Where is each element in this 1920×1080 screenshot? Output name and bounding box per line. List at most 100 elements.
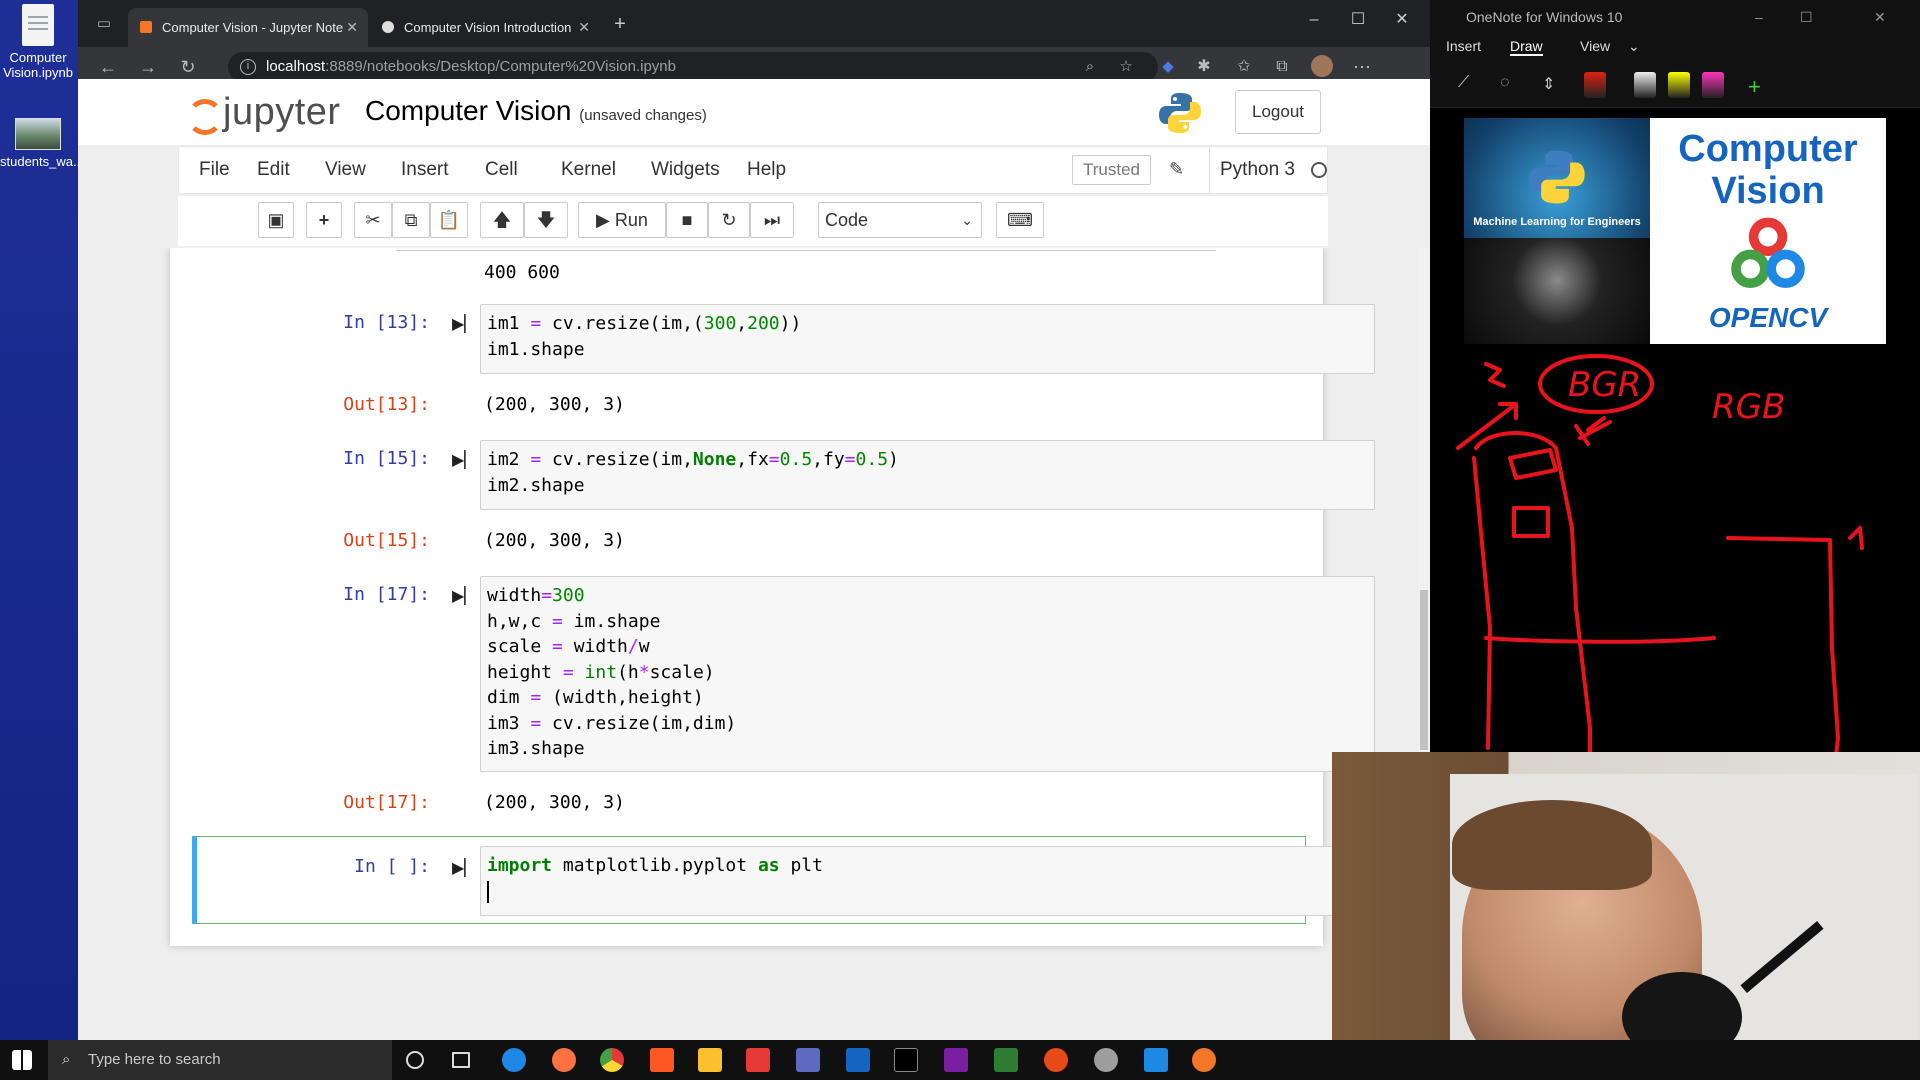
run-cell-icon[interactable]: ▶▏ — [452, 586, 477, 606]
highlighter-yellow-icon[interactable] — [1668, 72, 1690, 98]
run-button[interactable]: ▶ Run — [578, 202, 666, 238]
run-cell-icon[interactable]: ▶▏ — [452, 858, 477, 878]
cell-17-code[interactable]: width=300 h,w,c = im.shape scale = width… — [480, 576, 1375, 772]
site-info-icon[interactable]: i — [240, 59, 256, 75]
taskbar-search[interactable]: ⌕ Type here to search — [48, 1040, 392, 1080]
tab-actions-icon[interactable]: ▭ — [92, 12, 116, 36]
tab-jupyter[interactable]: Computer Vision - Jupyter Note ✕ — [128, 8, 368, 47]
cell-15-output: (200, 300, 3) — [484, 530, 625, 551]
close-tab-icon[interactable]: ✕ — [346, 8, 358, 47]
minimize-button[interactable]: – — [1292, 0, 1336, 40]
close-window-button[interactable]: ✕ — [1874, 0, 1886, 34]
menu-edit[interactable]: Edit — [257, 147, 290, 193]
cell-17-output: (200, 300, 3) — [484, 792, 625, 813]
plus-icon: + — [318, 210, 330, 230]
menu-cell[interactable]: Cell — [485, 147, 518, 193]
highlighter-pink-icon[interactable] — [1702, 72, 1724, 98]
run-cell-icon[interactable]: ▶▏ — [452, 314, 477, 334]
interrupt-button[interactable]: ■ — [666, 202, 708, 238]
task-view-icon[interactable] — [452, 1052, 470, 1068]
notebook-scroll-area[interactable]: 400 600 In [13]: ▶▏ im1 = cv.resize(im,(… — [78, 248, 1430, 1040]
cut-button[interactable]: ✂ — [354, 202, 392, 238]
command-palette-button[interactable]: ⌨ — [996, 202, 1044, 238]
chevron-down-icon[interactable]: ⌄ — [1628, 38, 1640, 55]
ribbon-tab-view[interactable]: View — [1580, 38, 1610, 54]
favorites-icon[interactable]: ✩ — [1232, 55, 1256, 79]
url-input[interactable]: i localhost:8889/notebooks/Desktop/Compu… — [228, 52, 1158, 82]
file-explorer-icon[interactable] — [698, 1048, 722, 1072]
matlab-icon[interactable] — [650, 1048, 674, 1072]
reload-icon[interactable]: ↻ — [176, 55, 200, 79]
profile-avatar[interactable] — [1310, 55, 1334, 79]
run-cell-icon[interactable]: ▶▏ — [452, 450, 477, 470]
lasso-select-icon[interactable]: ⟋ — [1458, 74, 1469, 92]
app-icon[interactable] — [1094, 1048, 1118, 1072]
chrome-icon[interactable] — [600, 1048, 624, 1072]
back-icon[interactable]: ← — [96, 55, 120, 79]
insert-cell-button[interactable]: + — [306, 202, 342, 238]
notebook-title[interactable]: Computer Vision — [365, 95, 571, 126]
new-tab-button[interactable]: + — [608, 12, 632, 36]
maximize-button[interactable]: ☐ — [1800, 0, 1813, 34]
windows-start-icon[interactable] — [12, 1050, 32, 1070]
logout-button[interactable]: Logout — [1235, 90, 1321, 134]
pen-red-icon[interactable] — [1584, 72, 1606, 98]
excel-icon[interactable] — [994, 1048, 1018, 1072]
restart-button[interactable]: ↻ — [708, 202, 750, 238]
eraser-icon[interactable]: ◌ — [1500, 74, 1510, 92]
menu-file[interactable]: File — [199, 147, 230, 193]
close-window-button[interactable]: ✕ — [1380, 0, 1424, 40]
pen-white-icon[interactable] — [1634, 72, 1656, 98]
save-status: (unsaved changes) — [579, 107, 707, 124]
collections-icon[interactable]: ⧉ — [1270, 55, 1294, 79]
add-space-icon[interactable]: ⇕ — [1542, 74, 1555, 94]
jupyter-taskbar-icon[interactable] — [1192, 1048, 1216, 1072]
favorite-star-icon[interactable]: ☆ — [1114, 55, 1138, 79]
zoom-icon[interactable]: ⌕ — [1078, 55, 1102, 79]
cortana-icon[interactable] — [406, 1051, 424, 1069]
active-cell-code[interactable]: import matplotlib.pyplot as plt — [480, 846, 1375, 916]
cell-type-select[interactable]: Code ⌄ — [818, 202, 982, 238]
edge-browser-icon[interactable] — [502, 1048, 526, 1072]
menu-insert[interactable]: Insert — [401, 147, 449, 193]
menu-kernel[interactable]: Kernel — [561, 147, 616, 193]
move-up-button[interactable]: 🡅 — [480, 202, 524, 238]
cell-13-code[interactable]: im1 = cv.resize(im,(300,200)) im1.shape — [480, 304, 1375, 374]
desktop-icon-students[interactable]: students_wa... — [0, 118, 84, 169]
jupyter-logo[interactable]: jupyter — [185, 89, 341, 135]
menu-widgets[interactable]: Widgets — [651, 147, 720, 193]
copy-button[interactable]: ⧉ — [392, 202, 430, 238]
move-down-button[interactable]: 🡇 — [524, 202, 568, 238]
kernel-name[interactable]: Python 3 — [1209, 147, 1295, 193]
extension-icon[interactable]: ◆ — [1156, 55, 1180, 79]
notebook-title-area[interactable]: Computer Vision (unsaved changes) — [365, 95, 707, 127]
terminal-icon[interactable] — [894, 1048, 918, 1072]
forward-icon[interactable]: → — [136, 55, 160, 79]
tab-cv-intro[interactable]: Computer Vision Introduction ✕ — [370, 8, 600, 47]
maximize-button[interactable]: ☐ — [1336, 0, 1380, 40]
ribbon-tab-insert[interactable]: Insert — [1446, 38, 1481, 54]
extensions-puzzle-icon[interactable]: ✱ — [1192, 55, 1216, 79]
menu-help[interactable]: Help — [747, 147, 786, 193]
onenote-icon[interactable] — [944, 1048, 968, 1072]
cell-17-out-prompt: Out[17]: — [343, 792, 430, 813]
outlook-icon[interactable] — [846, 1048, 870, 1072]
save-button[interactable]: ▣ — [258, 202, 294, 238]
menu-view[interactable]: View — [325, 147, 366, 193]
more-menu-icon[interactable]: ⋯ — [1350, 55, 1374, 79]
paste-button[interactable]: 📋 — [430, 202, 468, 238]
minimize-button[interactable]: – — [1755, 0, 1763, 34]
restart-run-all-button[interactable]: ⏭ — [750, 202, 794, 238]
ubuntu-icon[interactable] — [1044, 1048, 1068, 1072]
add-pen-icon[interactable]: + — [1748, 74, 1761, 100]
trusted-indicator[interactable]: Trusted — [1072, 155, 1152, 185]
desktop-icon-notebook[interactable]: Computer Vision.ipynb — [0, 4, 76, 80]
r-app-icon[interactable] — [746, 1048, 770, 1072]
cell-15-code[interactable]: im2 = cv.resize(im,None,fx=0.5,fy=0.5) i… — [480, 440, 1375, 510]
teams-icon[interactable] — [796, 1048, 820, 1072]
close-tab-icon[interactable]: ✕ — [578, 8, 590, 47]
firefox-icon[interactable] — [552, 1048, 576, 1072]
scrollbar-thumb[interactable] — [1420, 590, 1428, 750]
ribbon-tab-draw[interactable]: Draw — [1510, 38, 1543, 56]
vscode-icon[interactable] — [1144, 1048, 1168, 1072]
